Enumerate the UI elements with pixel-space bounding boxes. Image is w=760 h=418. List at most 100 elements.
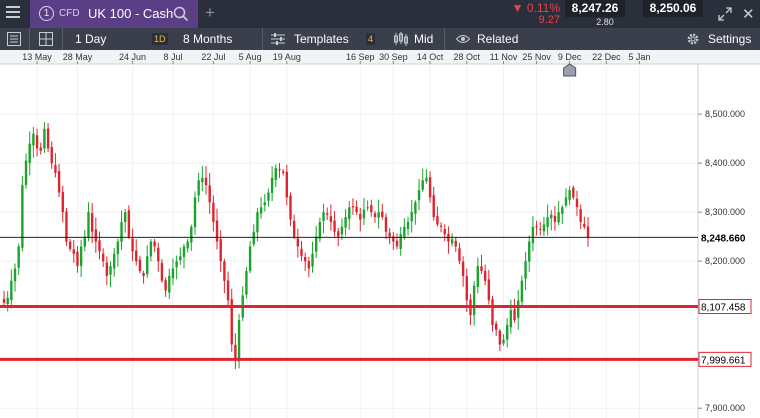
candle-body [509,310,513,328]
candle-body [164,280,167,291]
search-icon[interactable] [173,6,189,22]
candle-body [498,330,502,345]
candle-body [120,221,123,242]
candle-body [54,165,57,173]
candle-body [248,246,252,271]
list-icon[interactable] [7,32,21,46]
candle-body [557,212,560,223]
x-tick-label: 24 Jun [119,52,146,62]
candle-body [90,213,94,232]
candle-body [502,339,505,344]
candle-body [142,273,145,276]
candle-body [318,221,322,239]
x-tick-label: 28 May [63,52,93,62]
candle-body [300,248,303,257]
candle-body [135,250,138,262]
layout-grid-icon[interactable] [39,32,53,46]
candles-icon [394,32,408,46]
spread-value: 2.80 [596,17,614,27]
expand-icon[interactable] [718,7,732,21]
candle-body [564,197,568,206]
candle-body [204,177,208,186]
candle-body [388,232,391,237]
candle-body [344,217,347,228]
candle-body [197,180,200,196]
candle-body [443,229,446,235]
candle-body [46,128,50,149]
candle-body [2,298,6,303]
candle-body [87,212,90,238]
price-type-selector[interactable]: Mid [414,28,433,50]
related-button[interactable]: Related [477,28,518,50]
candle-body [370,205,373,213]
candle-body [395,240,399,247]
buy-price-button[interactable]: 8,250.06 [643,0,703,17]
templates-count-badge: 4 [366,33,376,45]
candle-body [348,207,351,219]
candle-body [212,202,215,222]
candle-body [579,209,582,222]
tab-number-badge: 1 [39,6,54,21]
x-tick-label: 30 Sep [379,52,408,62]
templates-icon [271,33,285,45]
price-chart[interactable]: 13 May 28 May 24 Jun 8 Jul 22 Jul 5 Aug 19 Aug… [0,50,760,418]
candle-body [98,240,101,252]
candle-body [182,246,186,257]
candle-body [186,241,189,249]
x-tick-label: 14 Oct [417,52,444,62]
plus-icon[interactable]: + [205,3,215,23]
candle-body [146,256,149,275]
candle-body [377,212,380,218]
candle-body [24,160,28,185]
candle-body [454,240,457,247]
gear-icon[interactable] [686,32,700,46]
candle-body [270,177,274,193]
change-absolute: 9.27 [538,14,560,26]
candle-body [425,177,428,182]
candle-body [149,241,153,257]
candle-body [322,212,325,221]
x-tick-label: 22 Jul [201,52,225,62]
candle-body [245,270,248,295]
candle-body [384,217,388,232]
horizontal-level-label: 7,999.661 [701,355,746,366]
candle-body [237,319,241,362]
interval-selector[interactable]: 1 Day [75,28,106,50]
candle-body [458,248,461,262]
candle-body [561,207,564,214]
candle-body [546,217,549,227]
chart-toolbar: 1 Day 1D 8 Months Templates 4 Mid Relate… [0,28,760,50]
candle-body [410,212,413,222]
range-selector[interactable]: 8 Months [183,28,232,50]
change-percent: ▼ 0.11% [511,1,560,15]
candle-body [35,135,39,149]
y-tick-label: 8,500.000 [705,109,745,119]
close-icon[interactable]: ✕ [742,5,755,23]
candle-body [472,285,476,316]
candle-body [399,234,402,249]
candle-body [432,195,435,218]
candle-body [193,197,197,228]
eye-icon [456,35,470,43]
candle-body [340,226,344,235]
y-tick-label: 7,900.000 [705,403,745,413]
candle-body [480,266,483,271]
candle-body [381,211,384,218]
candle-body [505,324,509,340]
instrument-tab[interactable]: 1 CFD UK 100 - Cash [30,0,198,28]
candle-body [572,187,575,198]
candle-body [329,216,333,222]
x-tick-label: 8 Jul [163,52,182,62]
settings-button[interactable]: Settings [708,28,751,50]
templates-button[interactable]: Templates [294,28,349,50]
candle-body [57,171,61,193]
sell-price-button[interactable]: 8,247.26 [565,0,625,17]
current-price-label: 8,248.660 [701,233,746,244]
candle-body [366,207,369,209]
candle-body [362,209,366,219]
menu-icon[interactable] [6,6,20,22]
candle-body [311,253,314,267]
candle-body [50,147,53,164]
candle-body [226,280,230,301]
candle-body [524,261,527,279]
